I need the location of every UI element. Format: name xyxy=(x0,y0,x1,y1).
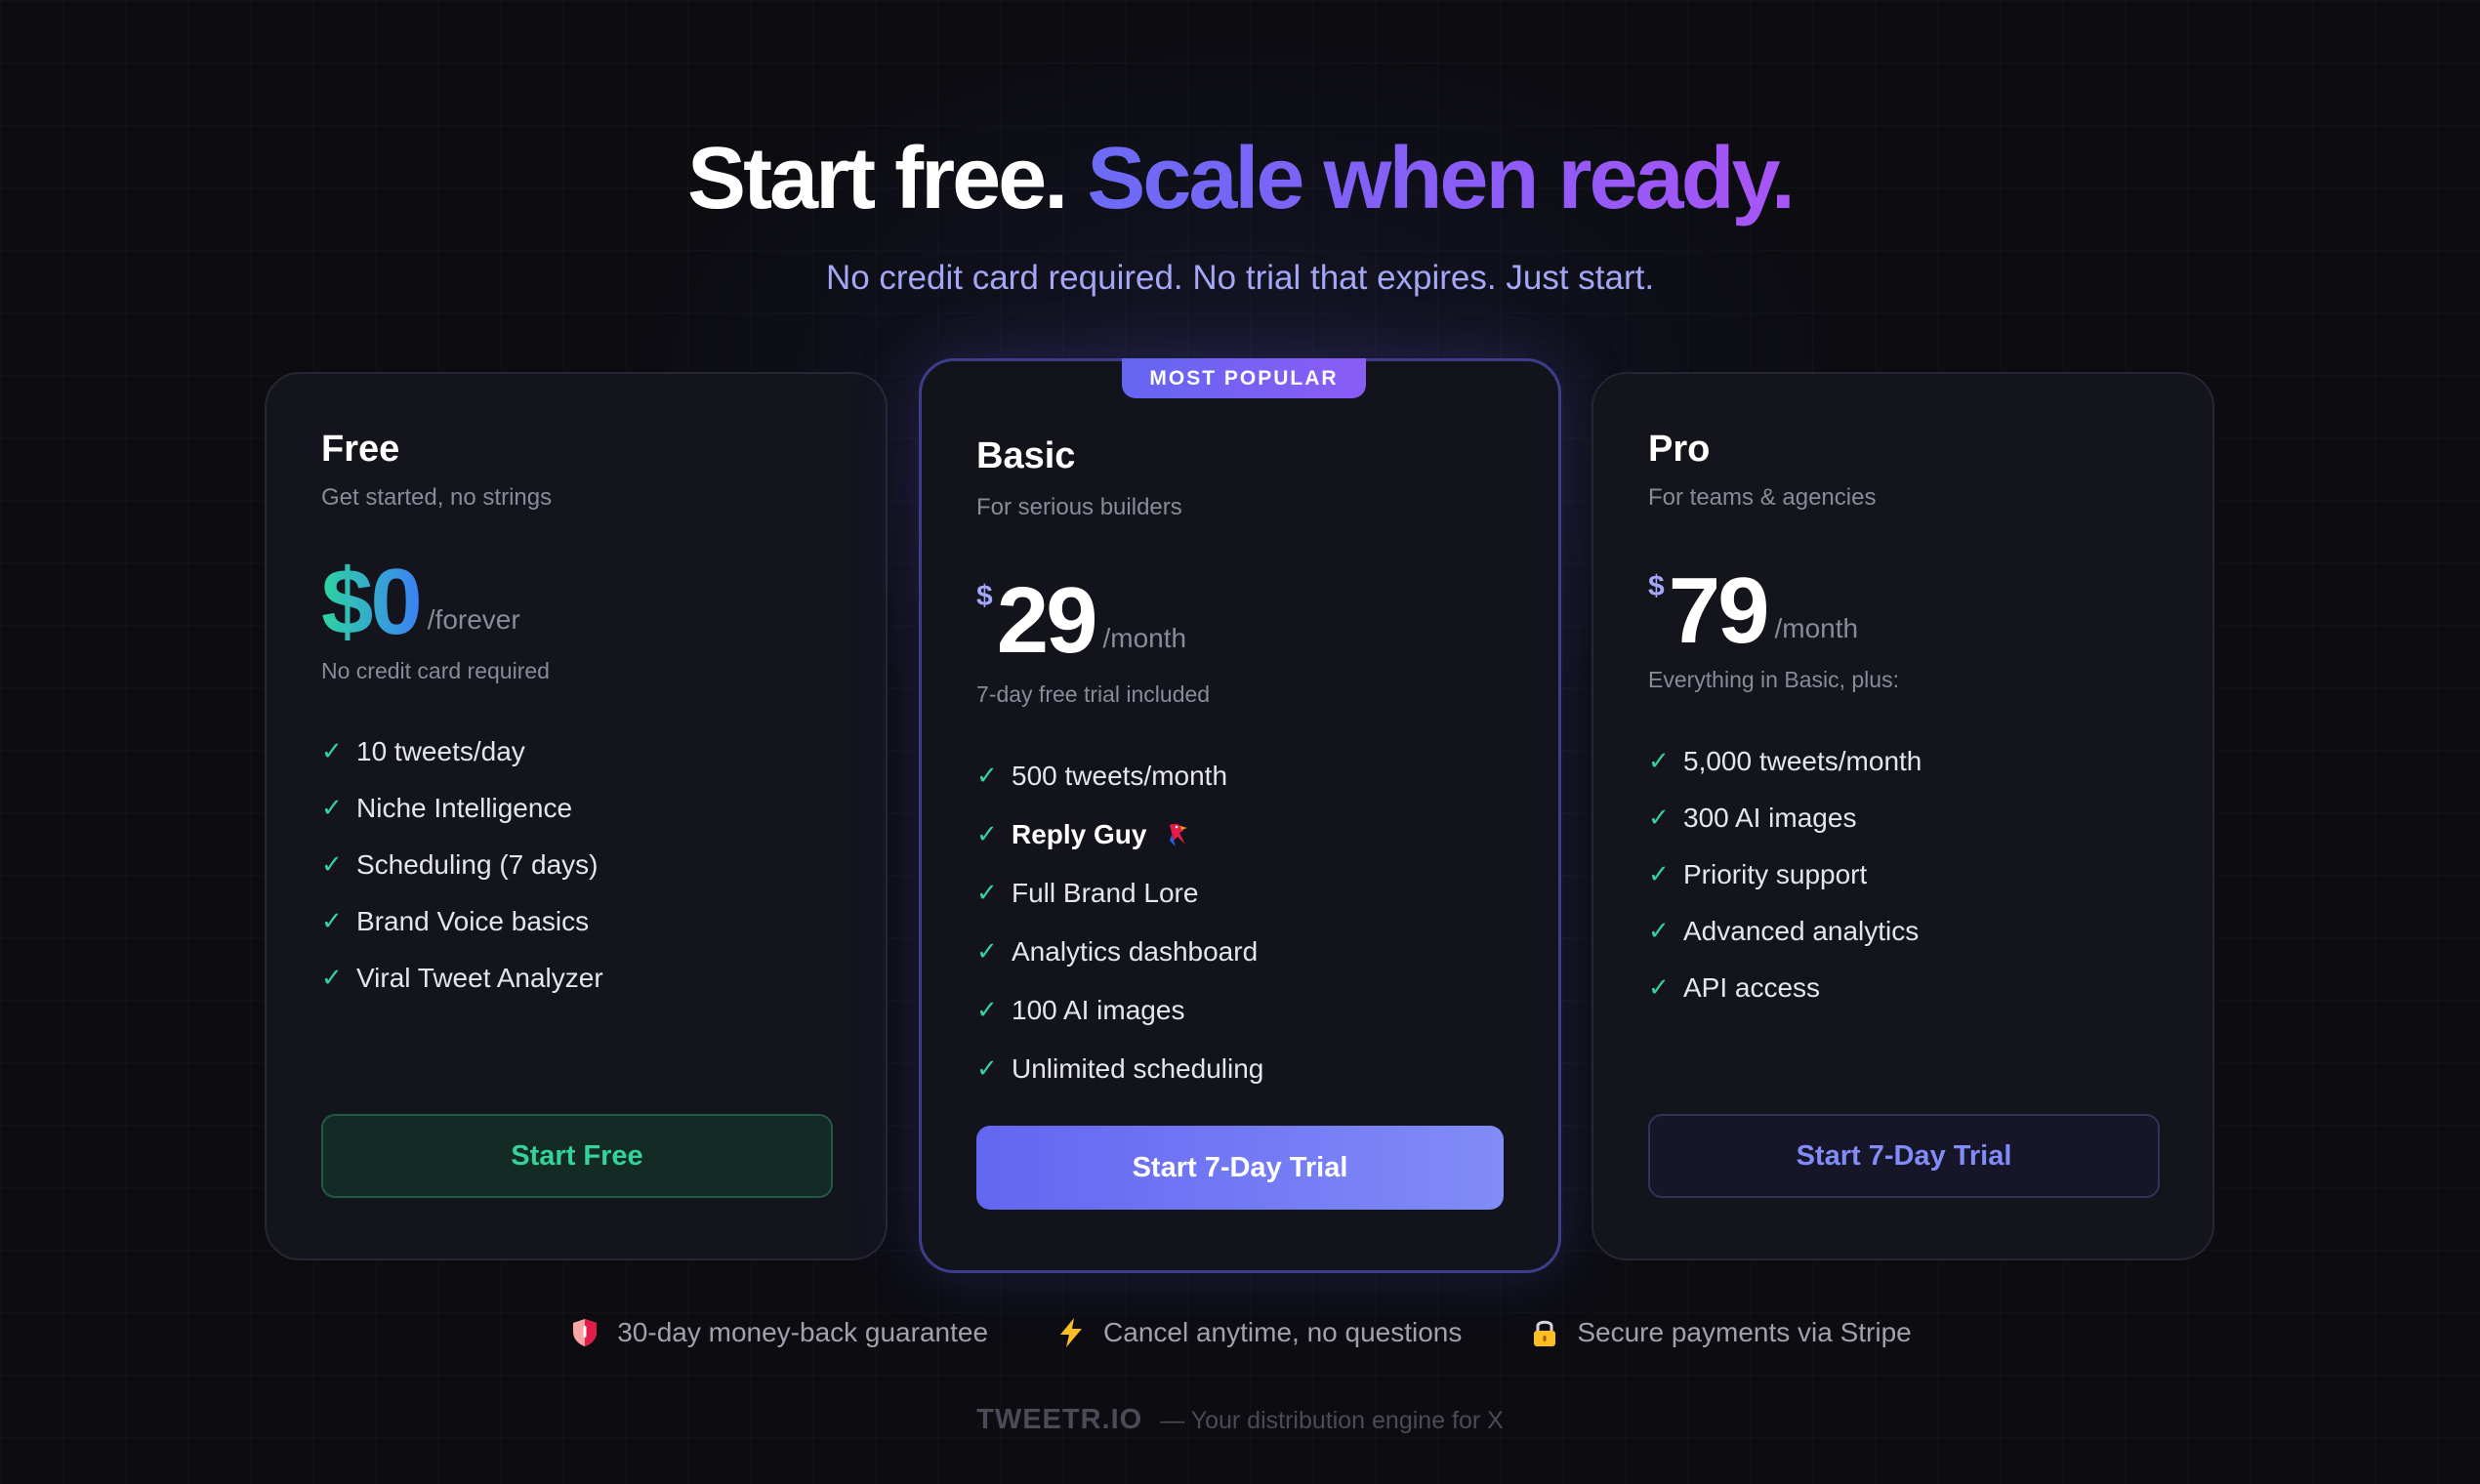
shield-icon xyxy=(573,1319,598,1346)
guarantee-money-back: 30-day money-back guarantee xyxy=(568,1316,988,1349)
plan-price: $0/forever xyxy=(321,556,520,649)
plan-tagline: For teams & agencies xyxy=(1648,484,1877,511)
price-period: /month xyxy=(1102,623,1187,653)
feature-label: Viral Tweet Analyzer xyxy=(356,963,603,993)
plan-price: $79/month xyxy=(1648,564,1858,658)
feature-label: 10 tweets/day xyxy=(356,736,525,766)
check-icon: ✓ xyxy=(1648,860,1670,889)
most-popular-badge: MOST POPULAR xyxy=(1122,358,1366,398)
feature-label: 300 AI images xyxy=(1683,803,1857,833)
lightning-icon xyxy=(1060,1318,1083,1347)
feature-item: ✓ Scheduling (7 days) xyxy=(321,837,603,893)
feature-label: Analytics dashboard xyxy=(1012,936,1259,967)
check-icon: ✓ xyxy=(321,964,343,993)
guarantee-row: 30-day money-back guarantee Cancel anyti… xyxy=(0,1316,2480,1349)
plan-card-pro: Pro For teams & agencies $79/month Every… xyxy=(1591,372,2214,1260)
plan-card-free: Free Get started, no strings $0/forever … xyxy=(265,372,888,1260)
check-icon: ✓ xyxy=(976,1054,998,1084)
feature-label: API access xyxy=(1683,972,1821,1003)
check-icon: ✓ xyxy=(976,762,998,791)
check-icon: ✓ xyxy=(321,794,343,823)
guarantee-text: Secure payments via Stripe xyxy=(1577,1317,1912,1347)
check-icon: ✓ xyxy=(976,937,998,967)
feature-item: ✓ 5,000 tweets/month xyxy=(1648,733,1922,790)
feature-label: Scheduling (7 days) xyxy=(356,849,599,880)
feature-label: Brand Voice basics xyxy=(356,906,590,936)
price-note: No credit card required xyxy=(321,658,550,683)
feature-item: ✓ Analytics dashboard xyxy=(976,923,1263,981)
feature-label: Reply Guy xyxy=(1012,819,1147,849)
feature-item: ✓ Niche Intelligence xyxy=(321,780,603,837)
feature-label: Advanced analytics xyxy=(1683,916,1920,946)
feature-item: ✓ Viral Tweet Analyzer xyxy=(321,950,603,1007)
feature-item: ✓ 10 tweets/day xyxy=(321,723,603,780)
feature-item: ✓ Priority support xyxy=(1648,846,1922,903)
feature-item: ✓ Full Brand Lore xyxy=(976,864,1263,923)
feature-item: ✓ Brand Voice basics xyxy=(321,893,603,950)
hero-section: Start free. Scale when ready. No credit … xyxy=(0,125,2480,299)
check-icon: ✓ xyxy=(976,820,998,849)
feature-label: Priority support xyxy=(1683,859,1868,889)
feature-label: Niche Intelligence xyxy=(356,793,573,823)
price-period: /month xyxy=(1774,613,1859,643)
lock-icon xyxy=(1534,1320,1556,1346)
guarantee-cancel: Cancel anytime, no questions xyxy=(1054,1316,1462,1349)
feature-list: ✓ 5,000 tweets/month ✓ 300 AI images ✓ Prio… xyxy=(1648,733,1922,1016)
price-note: Everything in Basic, plus: xyxy=(1648,667,1899,692)
feature-label: Full Brand Lore xyxy=(1012,878,1199,908)
footer-brand[interactable]: TWEETR.IO xyxy=(976,1404,1142,1435)
check-icon: ✓ xyxy=(976,879,998,908)
guarantee-secure: Secure payments via Stripe xyxy=(1528,1316,1912,1349)
footer: TWEETR.IO — Your distribution engine for … xyxy=(0,1404,2480,1436)
feature-list: ✓ 10 tweets/day ✓ Niche Intelligence ✓ Sche… xyxy=(321,723,603,1007)
check-icon: ✓ xyxy=(1648,973,1670,1003)
page-title-white: Start free. xyxy=(687,130,1068,227)
plan-name: Pro xyxy=(1648,429,1711,470)
price-currency: $ xyxy=(1648,570,1665,602)
page-title: Start free. Scale when ready. xyxy=(0,125,2480,232)
parrot-icon xyxy=(1170,823,1188,846)
guarantee-text: Cancel anytime, no questions xyxy=(1103,1317,1463,1347)
guarantee-text: 30-day money-back guarantee xyxy=(617,1317,989,1347)
price-period: /forever xyxy=(427,604,520,635)
check-icon: ✓ xyxy=(321,737,343,766)
price-amount: 79 xyxy=(1668,558,1770,663)
price-amount: 29 xyxy=(996,568,1098,673)
check-icon: ✓ xyxy=(321,850,343,880)
check-icon: ✓ xyxy=(1648,917,1670,946)
feature-item: ✓ Advanced analytics xyxy=(1648,903,1922,960)
feature-item: ✓ 100 AI images xyxy=(976,981,1263,1040)
plan-name: Basic xyxy=(976,435,1076,476)
feature-label: Unlimited scheduling xyxy=(1012,1053,1264,1084)
start-trial-button-basic[interactable]: Start 7-Day Trial xyxy=(976,1126,1504,1210)
start-free-button[interactable]: Start Free xyxy=(321,1114,833,1198)
plan-tagline: For serious builders xyxy=(976,494,1182,520)
price-note: 7-day free trial included xyxy=(976,681,1211,707)
feature-list: ✓ 500 tweets/month ✓ Reply Guy ✓ Full Brand… xyxy=(976,747,1263,1098)
check-icon: ✓ xyxy=(976,996,998,1025)
plan-price: $29/month xyxy=(976,574,1186,668)
feature-item: ✓ Unlimited scheduling xyxy=(976,1040,1263,1098)
feature-item: ✓ API access xyxy=(1648,960,1922,1016)
page-title-accent: Scale when ready. xyxy=(1087,130,1796,227)
check-icon: ✓ xyxy=(1648,804,1670,833)
start-trial-button-pro[interactable]: Start 7-Day Trial xyxy=(1648,1114,2160,1198)
feature-item: ✓ 300 AI images xyxy=(1648,790,1922,846)
price-currency: $ xyxy=(976,580,993,612)
plan-name: Free xyxy=(321,429,400,470)
feature-label: 100 AI images xyxy=(1012,995,1185,1025)
check-icon: ✓ xyxy=(321,907,343,936)
price-amount: $0 xyxy=(321,550,423,654)
page-subtitle: No credit card required. No trial that e… xyxy=(825,259,1655,297)
feature-item: ✓ 500 tweets/month xyxy=(976,747,1263,805)
plan-card-basic: MOST POPULAR Basic For serious builders … xyxy=(919,358,1561,1273)
feature-item: ✓ Reply Guy xyxy=(976,805,1263,864)
feature-label: 5,000 tweets/month xyxy=(1683,746,1922,776)
footer-tagline: — Your distribution engine for X xyxy=(1160,1407,1504,1434)
feature-label: 500 tweets/month xyxy=(1012,761,1228,791)
check-icon: ✓ xyxy=(1648,747,1670,776)
plan-tagline: Get started, no strings xyxy=(321,484,553,511)
